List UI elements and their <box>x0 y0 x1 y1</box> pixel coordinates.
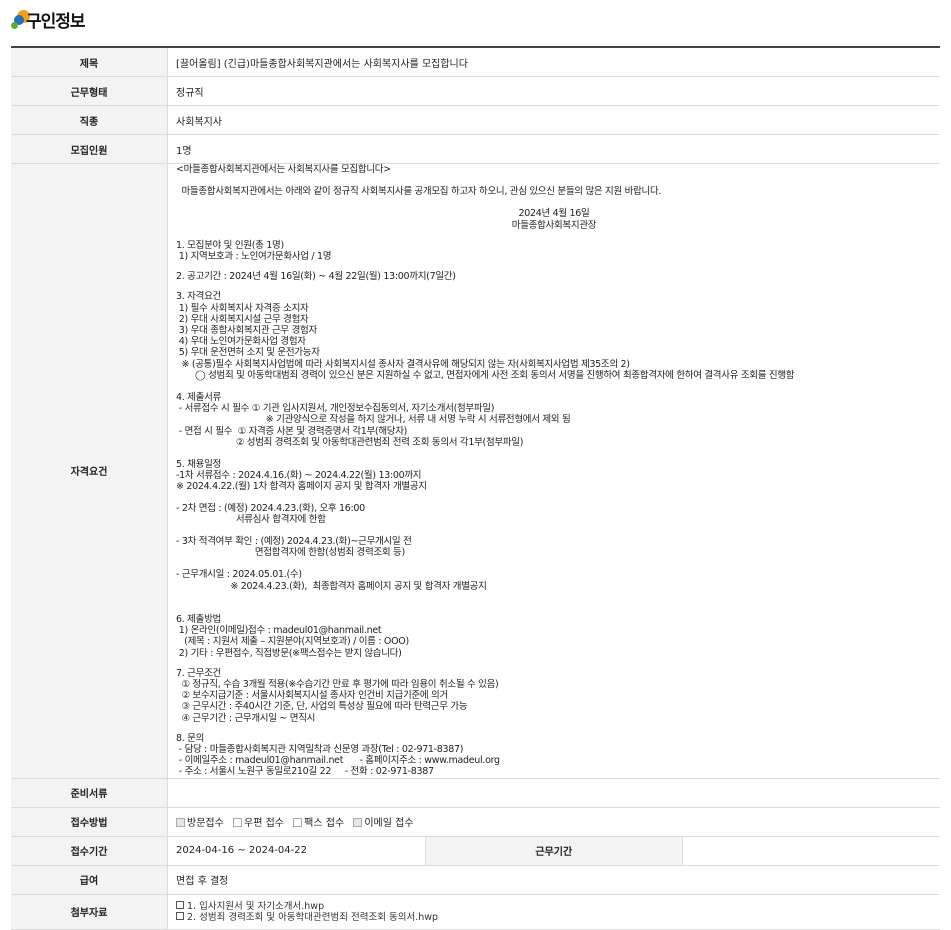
download-icon <box>176 911 184 920</box>
qualifications-content: <마들종합사회복지관에서는 사회복지사를 모집합니다> 마들종합사회복지관에서는… <box>167 163 940 779</box>
option-mail: 우편 접수 <box>233 818 284 829</box>
content-line: 면접합격자에 한함(성범죄 경력조회 등) <box>176 547 405 559</box>
content-line: 2) 우대 사회복지시설 근무 경험자 <box>176 313 309 325</box>
attachments-list: 1. 입사지원서 및 자기소개서.hwp 2. 성범죄 경력조회 및 아동학대관… <box>167 894 940 930</box>
checkbox-icon <box>293 818 303 828</box>
content-line: ② 성범죄 경력조회 및 아동학대관련범죄 전력 조회 동의서 각1부(첨부파일… <box>176 436 524 448</box>
attachment-link[interactable]: 2. 성범죄 경력조회 및 아동학대관련범죄 전력조회 동의서.hwp <box>176 911 932 923</box>
content-line: 7. 근무조건 <box>176 667 221 679</box>
content-line: - 이메일주소 : madeul01@hanmail.net - 홈페이지주소 … <box>176 755 500 767</box>
content-line: ※ 2024.4.22.(월) 1차 합격자 홈페이지 공지 및 합격자 개별공… <box>176 481 427 493</box>
qualifications-text: <마들종합사회복지관에서는 사회복지사를 모집합니다> 마들종합사회복지관에서는… <box>176 164 932 778</box>
content-line: 5) 우대 운전면허 소지 및 운전가능자 <box>176 347 320 359</box>
content-line: - 주소 : 서울시 노원구 동일로210길 22 - 전화 : 02-971-… <box>176 766 434 778</box>
attachments-row: 첨부자료 1. 입사지원서 및 자기소개서.hwp 2. 성범죄 경력조회 및 … <box>11 894 940 930</box>
content-line: ※ 기관양식으로 작성을 하지 않거나, 서류 내 서명 누락 시 서류전형에서… <box>176 414 571 426</box>
content-line: 5. 채용일정 <box>176 459 221 471</box>
qualifications-row: 자격요건 <마들종합사회복지관에서는 사회복지사를 모집합니다> 마들종합사회복… <box>11 163 940 779</box>
content-line: 3. 자격요건 <box>176 291 221 303</box>
content-line: - 서류접수 시 필수 ① 기관 입사지원서, 개인정보수집동의서, 자기소개서… <box>176 403 495 415</box>
content-line: (제목 : 지원서 제출 – 지원분야(지역보호과) / 이름 : OOO) <box>176 636 409 648</box>
employment-type-row: 근무형태 정규직 <box>11 76 940 106</box>
qualifications-label: 자격요건 <box>11 163 168 779</box>
job-type-value: 사회복지사 <box>167 105 940 135</box>
content-line: 1) 지역보호과 : 노인여가문화사업 / 1명 <box>176 251 332 263</box>
content-line: 3) 우대 종합사회복지관 근무 경험자 <box>176 325 318 337</box>
attachment-link[interactable]: 1. 입사지원서 및 자기소개서.hwp <box>176 900 932 912</box>
content-line: ※ 2024.4.23.(화), 최종합격자 홈페이지 공지 및 합격자 개별공… <box>176 580 487 592</box>
page-title: 구인정보 <box>26 12 86 32</box>
content-line: - 근무개시일 : 2024.05.01.(수) <box>176 569 302 581</box>
content-line: - 3차 적격여부 확인 : (예정) 2024.4.23.(화)~근무개시일 … <box>176 536 412 548</box>
content-line: 4) 우대 노인여가문화사업 경험자 <box>176 336 306 348</box>
apply-period-value: 2024-04-16 ~ 2024-04-22 <box>167 836 425 866</box>
content-line: 2. 공고기간 : 2024년 4월 16일(화) ~ 4월 22일(월) 13… <box>176 271 456 283</box>
content-line: 2) 기타 : 우편접수, 직접방문(※팩스접수는 받지 않습니다) <box>176 647 402 659</box>
content-line: - 면접 시 필수 ① 자격증 사본 및 경력증명서 각1부(해당자) <box>176 425 408 437</box>
checkbox-icon <box>353 818 363 828</box>
checkbox-icon <box>176 818 185 828</box>
documents-row: 준비서류 <box>11 778 940 808</box>
content-line: 서류심사 합격자에 한함 <box>176 513 326 525</box>
content-line: ③ 근무시간 : 주40시간 기준, 단, 사업의 특성상 필요에 따라 탄력근… <box>176 701 468 713</box>
content-line: 1) 온라인(이메일)접수 : madeul01@hanmail.net <box>176 625 382 637</box>
content-line: <마들종합사회복지관에서는 사회복지사를 모집합니다> <box>176 164 391 175</box>
content-line: ④ 근무기간 : 근무개시일 ~ 면직시 <box>176 712 316 724</box>
subject-label: 제목 <box>11 47 168 77</box>
job-type-label: 직종 <box>11 105 168 135</box>
option-visit: 방문접수 <box>176 818 224 829</box>
content-line: - 2차 면접 : (예정) 2024.4.23.(화), 오후 16:00 <box>176 502 365 514</box>
attachments-label: 첨부자료 <box>11 894 168 930</box>
apply-method-options: 방문접수 우편 접수 팩스 접수 이메일 접수 <box>167 807 940 837</box>
content-line: ◯ 성범죄 및 아동학대범죄 경력이 있으신 분은 지원하실 수 없고, 면접자… <box>176 369 795 381</box>
content-line: ※ (공통)필수 사회복지사업법에 따라 사회복지시설 종사자 결격사유에 해당… <box>176 358 630 370</box>
content-line: -1차 서류접수 : 2024.4.16.(화) ~ 2024.4.22(월) … <box>176 470 422 482</box>
checkbox-icon <box>233 818 242 828</box>
documents-value <box>167 778 940 808</box>
option-fax: 팩스 접수 <box>293 818 344 829</box>
subject-value: [끌어올림] (긴급)마들종합사회복지관에서는 사회복지사를 모집합니다 <box>167 47 940 77</box>
content-line: - 담당 : 마들종합사회복지관 지역밀착과 신문영 과장(Tel : 02-9… <box>176 743 464 755</box>
content-line: ② 보수지급기준 : 서울시사회복지시설 종사자 인건비 지급기준에 의거 <box>176 690 448 702</box>
headcount-value: 1명 <box>167 134 940 164</box>
download-icon <box>176 900 184 909</box>
documents-label: 준비서류 <box>11 778 168 808</box>
content-line: 4. 제출서류 <box>176 392 221 404</box>
content-line: 6. 제출방법 <box>176 613 221 625</box>
salary-value: 면접 후 결정 <box>167 865 940 895</box>
content-line: ① 정규직, 수습 3개월 적용(※수습기간 만료 후 평가에 따라 임용이 취… <box>176 678 499 690</box>
employment-type-value: 정규직 <box>167 76 940 106</box>
employment-type-label: 근무형태 <box>11 76 168 106</box>
apply-method-label: 접수방법 <box>11 807 168 837</box>
subject-row: 제목 [끌어올림] (긴급)마들종합사회복지관에서는 사회복지사를 모집합니다 <box>11 47 940 77</box>
job-info-table: 제목 [끌어올림] (긴급)마들종합사회복지관에서는 사회복지사를 모집합니다 … <box>11 46 940 930</box>
apply-method-row: 접수방법 방문접수 우편 접수 팩스 접수 이메일 접수 <box>11 807 940 837</box>
content-line: 1. 모집분야 및 인원(총 1명) <box>176 239 284 251</box>
work-period-value <box>682 836 940 866</box>
content-line: 마들종합사회복지관장 <box>511 219 597 231</box>
content-line: 마들종합사회복지관에서는 아래와 같이 정규직 사회복지사를 공개모집 하고자 … <box>176 186 662 198</box>
content-line: 1) 필수 사회복지사 자격증 소지자 <box>176 302 309 314</box>
job-type-row: 직종 사회복지사 <box>11 105 940 135</box>
apply-period-row: 접수기간 2024-04-16 ~ 2024-04-22 근무기간 <box>11 836 940 866</box>
salary-label: 급여 <box>11 865 168 895</box>
page-header: 구인정보 <box>0 0 951 38</box>
salary-row: 급여 면접 후 결정 <box>11 865 940 895</box>
headcount-label: 모집인원 <box>11 134 168 164</box>
headcount-row: 모집인원 1명 <box>11 134 940 164</box>
content-line: 2024년 4월 16일 <box>518 208 590 220</box>
apply-period-label: 접수기간 <box>11 836 168 866</box>
content-line: 8. 문의 <box>176 732 205 744</box>
option-email: 이메일 접수 <box>353 818 414 829</box>
work-period-label: 근무기간 <box>424 836 683 866</box>
